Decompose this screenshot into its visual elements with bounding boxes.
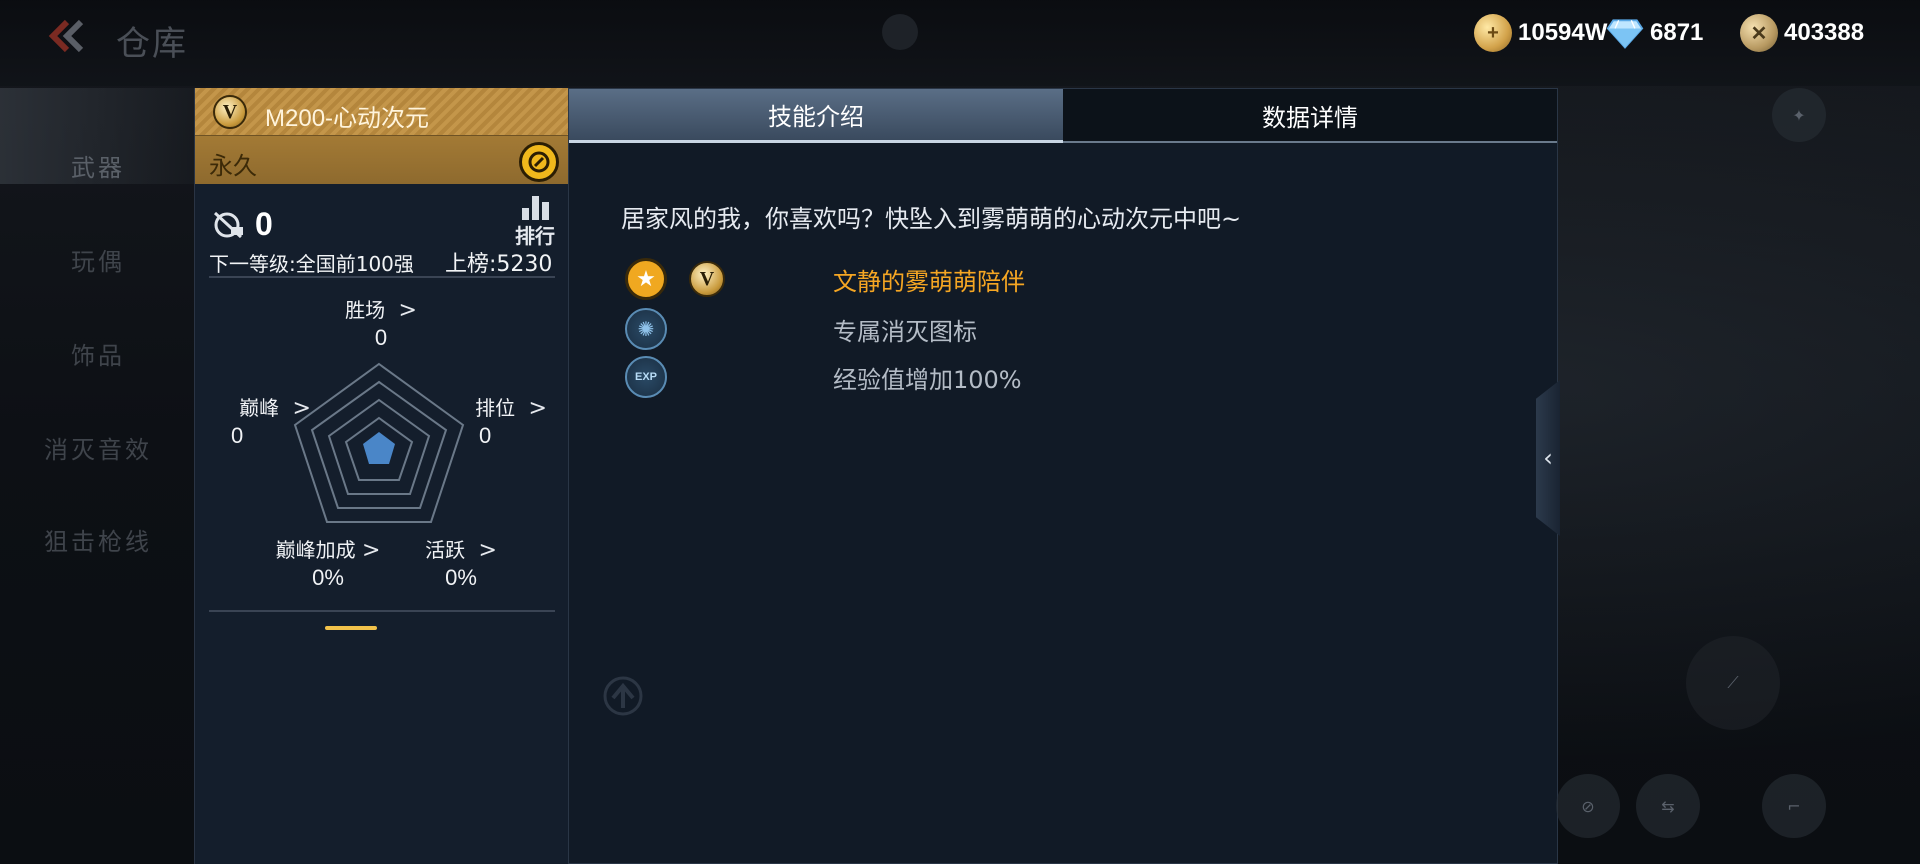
stat-wins-label: 胜场 — [345, 298, 386, 322]
medal-amount: 403388 — [1784, 19, 1865, 46]
diamond-currency[interactable]: 6871 — [1606, 14, 1703, 52]
stat-ranked[interactable]: 排位 > 0 — [461, 392, 561, 449]
stat-peak-bonus[interactable]: 巅峰加成 > 0% — [273, 534, 383, 591]
stat-peak-label: 巅峰 — [239, 396, 280, 420]
fire-mode-button[interactable]: ⌐ — [1762, 774, 1826, 838]
weapon-card: V M200-心动次元 永久 0 排行 下一等级:全国前100强 上榜:5230… — [194, 88, 569, 864]
tab-data-details[interactable]: 数据详情 — [1063, 89, 1557, 143]
panel-tabs: 技能介绍 数据详情 — [569, 89, 1559, 143]
weapon-card-header: V M200-心动次元 永久 — [195, 88, 569, 184]
skill-text: 文静的雾萌萌陪伴 — [833, 267, 1025, 296]
v-rank-icon: V — [689, 261, 725, 297]
card-divider-top — [209, 276, 555, 278]
chevron-right-icon: > — [391, 298, 417, 323]
gold-coin-icon: + — [1474, 14, 1512, 52]
stat-peak-bonus-label: 巅峰加成 — [275, 538, 356, 562]
stat-wins-value: 0 — [374, 325, 388, 350]
ranking-label: 排行 — [515, 224, 555, 248]
top-bar: 仓库 + 10594W 6871 ✕ 403388 — [0, 0, 1920, 86]
ranking-button[interactable]: 排行 — [511, 196, 559, 248]
stat-wins[interactable]: 胜场 > 0 — [323, 294, 439, 351]
reload-icon: ⊘ — [1581, 796, 1595, 816]
gold-amount: 10594W — [1518, 19, 1608, 46]
kill-count-row: 0 — [211, 206, 273, 243]
page-title: 仓库 — [116, 24, 188, 64]
camera-notch — [882, 14, 918, 50]
stat-active[interactable]: 活跃 > 0% — [413, 534, 509, 591]
bullet-icon: ⟋ — [1727, 673, 1739, 692]
skill-panel: 技能介绍 数据详情 居家风的我，你喜欢吗？快坠入到雾萌萌的心动次元中吧~ ★ V… — [568, 88, 1558, 864]
switch-button[interactable]: ⇆ — [1636, 774, 1700, 838]
stat-ranked-label: 排位 — [475, 396, 516, 420]
collapse-panel-button[interactable]: ‹ — [1536, 380, 1560, 536]
settings-round-button[interactable]: ✦ — [1772, 88, 1826, 142]
stat-peak-bonus-value: 0% — [312, 565, 344, 590]
kill-count: 0 — [255, 206, 273, 242]
skill-text: 专属消灭图标 — [833, 317, 977, 346]
kill-gun-icon — [213, 211, 243, 238]
medal-currency[interactable]: ✕ 403388 — [1740, 14, 1864, 52]
skill-row-exp: EXP 经验值增加100% — [625, 355, 1022, 399]
sidenav-item-sniper-line[interactable]: 狙击枪线 — [0, 522, 196, 557]
stat-peak[interactable]: 巅峰 > 0 — [225, 392, 325, 449]
chevron-right-icon: > — [361, 538, 381, 563]
double-chevron-left-icon — [48, 19, 84, 53]
diamond-icon — [1606, 14, 1644, 52]
card-divider-bottom — [209, 610, 555, 612]
permanent-icon — [519, 142, 559, 182]
sidenav-item-accessories[interactable]: 饰品 — [0, 336, 196, 371]
elimination-icon: ✺ — [625, 308, 667, 350]
upgrade-arrow-icon — [603, 676, 643, 716]
sidenav-item-dolls[interactable]: 玩偶 — [0, 242, 196, 277]
board-count: 上榜:5230 — [445, 252, 553, 277]
skill-text: 经验值增加100% — [833, 365, 1022, 394]
exp-icon: EXP — [625, 356, 667, 398]
chevron-right-icon: > — [471, 538, 497, 563]
skill-row-companion: ★ V 文静的雾萌萌陪伴 — [625, 257, 1025, 301]
weapon-duration: 永久 — [209, 152, 257, 180]
page-indicator — [325, 626, 377, 630]
ranking-bars-icon — [511, 196, 559, 220]
next-level-text: 下一等级:全国前100强 — [209, 252, 414, 276]
chevron-left-icon: ‹ — [1543, 444, 1553, 472]
diamond-amount: 6871 — [1650, 19, 1704, 46]
stat-active-value: 0% — [445, 565, 477, 590]
aim-button[interactable]: ⟋ — [1686, 636, 1780, 730]
stat-ranked-value: 0 — [479, 423, 492, 448]
side-nav: 武器 玩偶 饰品 消灭音效 狙击枪线 — [0, 88, 196, 864]
skill-row-elimination: ✺ 专属消灭图标 — [625, 307, 977, 351]
weapon-name: M200-心动次元 — [265, 105, 430, 132]
sidenav-item-weapons[interactable]: 武器 — [0, 148, 196, 183]
gun-icon: ⌐ — [1787, 796, 1801, 816]
medal-icon: ✕ — [1740, 14, 1778, 52]
skin-description: 居家风的我，你喜欢吗？快坠入到雾萌萌的心动次元中吧~ — [621, 205, 1242, 233]
swap-icon: ⇆ — [1661, 796, 1675, 816]
reload-button[interactable]: ⊘ — [1556, 774, 1620, 838]
upgrade-button[interactable] — [598, 676, 648, 720]
stat-active-label: 活跃 — [425, 538, 466, 562]
stat-peak-value: 0 — [231, 423, 244, 448]
star-icon: ★ — [625, 258, 667, 300]
v-rank-icon: V — [213, 95, 247, 129]
back-button[interactable] — [44, 16, 90, 56]
sidenav-item-kill-sound[interactable]: 消灭音效 — [0, 430, 196, 465]
gear-icon: ✦ — [1792, 105, 1806, 125]
tab-skill-intro[interactable]: 技能介绍 — [569, 89, 1063, 143]
gold-currency[interactable]: + 10594W — [1474, 14, 1607, 52]
chevron-right-icon: > — [521, 396, 547, 421]
chevron-right-icon: > — [285, 396, 311, 421]
